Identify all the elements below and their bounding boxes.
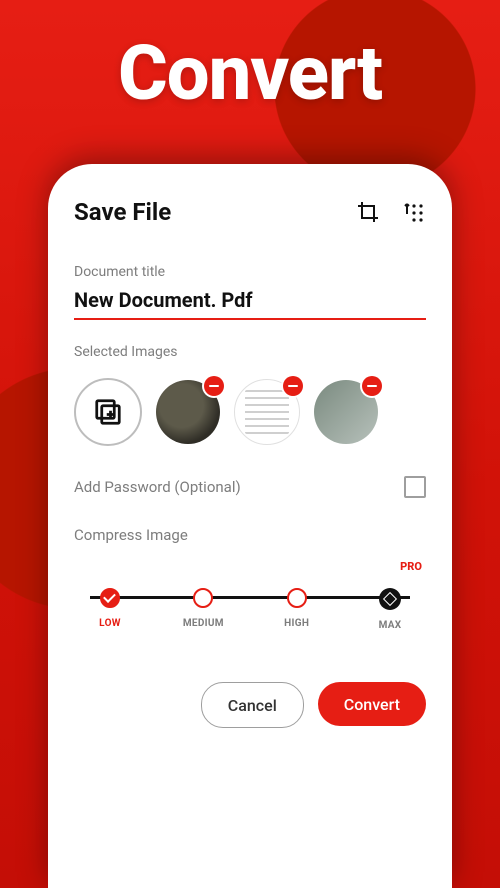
compress-option-label: MAX bbox=[379, 620, 402, 631]
app-promo-background: Convert Save File bbox=[0, 0, 500, 888]
slider-dot-icon bbox=[193, 588, 213, 608]
add-password-label: Add Password (Optional) bbox=[74, 478, 241, 496]
dialog-actions: Cancel Convert bbox=[74, 682, 426, 728]
compress-option-medium[interactable]: MEDIUM bbox=[173, 588, 233, 629]
compress-option-label: LOW bbox=[99, 618, 121, 629]
compress-option-max[interactable]: MAX bbox=[360, 588, 420, 631]
phone-frame: Save File Docume bbox=[48, 164, 452, 888]
remove-image-icon[interactable] bbox=[204, 376, 224, 396]
document-title-label: Document title bbox=[74, 264, 426, 280]
add-image-button[interactable] bbox=[74, 378, 142, 446]
top-bar: Save File bbox=[74, 198, 426, 226]
pro-badge: PRO bbox=[400, 560, 422, 573]
remove-image-icon[interactable] bbox=[283, 376, 303, 396]
compress-option-low[interactable]: LOW bbox=[80, 588, 140, 629]
reorder-icon[interactable] bbox=[402, 200, 426, 224]
convert-button[interactable]: Convert bbox=[318, 682, 426, 726]
image-thumbnail[interactable] bbox=[234, 379, 300, 445]
add-password-row: Add Password (Optional) bbox=[74, 476, 426, 498]
compress-option-label: HIGH bbox=[284, 618, 309, 629]
crop-icon[interactable] bbox=[356, 200, 380, 224]
remove-image-icon[interactable] bbox=[362, 376, 382, 396]
compress-option-high[interactable]: HIGH bbox=[267, 588, 327, 629]
image-thumbnail[interactable] bbox=[314, 380, 378, 444]
compress-option-label: MEDIUM bbox=[183, 618, 224, 629]
selected-images-label: Selected Images bbox=[74, 344, 426, 360]
selected-images-row bbox=[74, 378, 426, 446]
compress-slider: PRO LOW MEDIUM HIGH MAX bbox=[80, 588, 420, 648]
slider-dot-pro-icon bbox=[379, 588, 401, 610]
slider-dot-selected-icon bbox=[100, 588, 120, 608]
page-title: Save File bbox=[74, 198, 171, 226]
hero-title: Convert bbox=[0, 0, 500, 118]
image-thumbnail[interactable] bbox=[156, 380, 220, 444]
top-bar-actions bbox=[356, 200, 426, 224]
slider-dot-icon bbox=[287, 588, 307, 608]
cancel-button[interactable]: Cancel bbox=[201, 682, 304, 728]
document-title-input[interactable]: New Document. Pdf bbox=[74, 288, 426, 320]
add-password-checkbox[interactable] bbox=[404, 476, 426, 498]
compress-image-label: Compress Image bbox=[74, 526, 426, 544]
